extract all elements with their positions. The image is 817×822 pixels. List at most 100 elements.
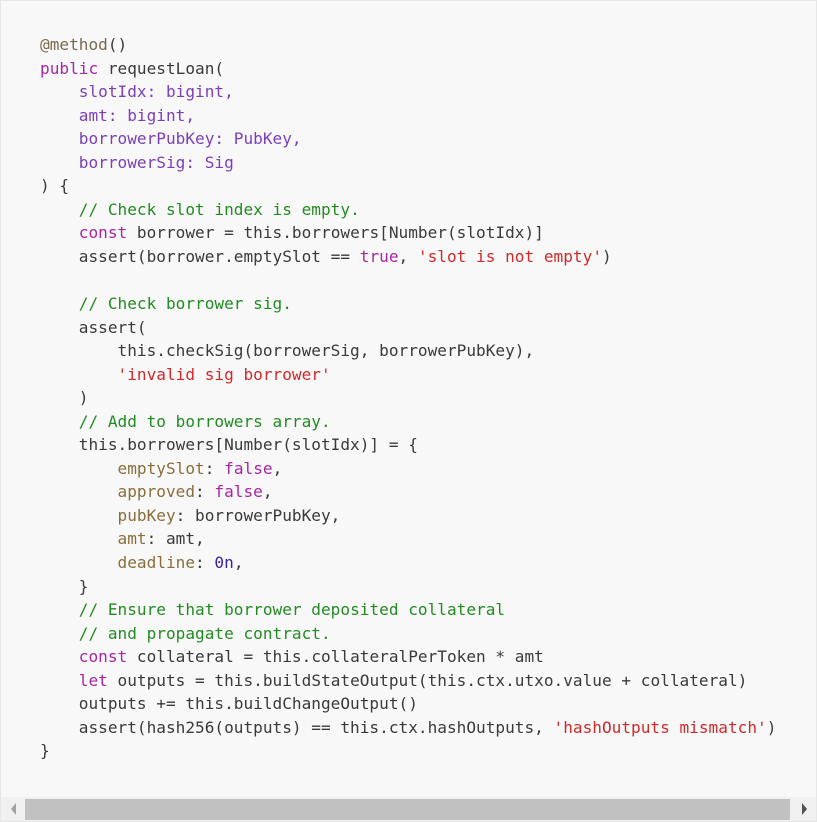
- code-line: // Ensure that borrower deposited collat…: [40, 598, 776, 622]
- code-token: : borrowerPubKey,: [175, 505, 341, 525]
- boolean-token: false: [214, 482, 263, 502]
- code-token: : amt,: [146, 529, 205, 549]
- scroll-left-button[interactable]: [1, 797, 25, 821]
- code-line: const collateral = this.collateralPerTok…: [40, 645, 776, 669]
- code-line: // and propagate contract.: [40, 622, 776, 646]
- code-token: ,: [398, 246, 418, 266]
- code-line: borrowerSig: Sig: [40, 151, 776, 175]
- code-line: const borrower = this.borrowers[Number(s…: [40, 221, 776, 245]
- code-token: this.borrowers[Number(slotIdx)] = {: [40, 435, 418, 455]
- code-line: this.checkSig(borrowerSig, borrowerPubKe…: [40, 339, 776, 363]
- string-token: 'invalid sig borrower': [117, 364, 331, 384]
- code-token: assert(borrower.emptySlot ==: [40, 246, 360, 266]
- code-token: outputs = this.buildStateOutput(this.ctx…: [107, 670, 748, 690]
- property-token: pubKey: [117, 505, 176, 525]
- code-line: outputs += this.buildChangeOutput(): [40, 692, 776, 716]
- parameter-token: borrowerPubKey: PubKey,: [78, 129, 302, 149]
- property-token: deadline: [117, 553, 196, 573]
- code-token: :: [195, 553, 215, 573]
- triangle-left-icon: [10, 803, 16, 815]
- code-line: assert(: [40, 316, 776, 340]
- code-token: (): [107, 35, 128, 54]
- code-line: let outputs = this.buildStateOutput(this…: [40, 669, 776, 693]
- triangle-right-icon: [801, 803, 807, 815]
- code-block: @method() public requestLoan( slotIdx: bi…: [40, 33, 776, 763]
- code-token: :: [204, 458, 225, 478]
- code-line: deadline: 0n,: [40, 551, 776, 575]
- code-token: ): [766, 717, 777, 737]
- code-token: assert(hash256(outputs) == this.ctx.hash…: [40, 717, 554, 737]
- code-line: ): [40, 386, 776, 410]
- property-token: approved: [117, 482, 196, 502]
- number-token: 0n: [214, 553, 234, 573]
- code-line: @method(): [40, 33, 776, 57]
- scroll-right-button[interactable]: [792, 797, 816, 821]
- code-line: pubKey: borrowerPubKey,: [40, 504, 776, 528]
- code-line: assert(borrower.emptySlot == true, 'slot…: [40, 245, 776, 269]
- keyword-token: const: [78, 223, 128, 243]
- string-token: 'slot is not empty': [417, 246, 603, 266]
- boolean-token: false: [224, 458, 273, 478]
- parameter-token: slotIdx: bigint,: [78, 82, 234, 102]
- parameter-token: borrowerSig: Sig: [78, 152, 234, 172]
- code-token: ,: [233, 553, 244, 573]
- horizontal-scrollbar[interactable]: [1, 797, 816, 821]
- code-line: // Check borrower sig.: [40, 292, 776, 316]
- code-token: }: [40, 741, 50, 761]
- code-line: assert(hash256(outputs) == this.ctx.hash…: [40, 716, 777, 740]
- scrollbar-thumb[interactable]: [25, 799, 790, 820]
- decorator-token: @method: [40, 35, 108, 54]
- boolean-token: true: [359, 246, 399, 266]
- code-line: ​: [40, 268, 776, 292]
- code-line: }: [40, 575, 776, 599]
- code-token: requestLoan(: [98, 58, 225, 78]
- code-line: borrowerPubKey: PubKey,: [40, 127, 776, 151]
- code-token: outputs += this.buildChangeOutput(): [40, 694, 418, 714]
- code-line: public requestLoan(: [40, 57, 776, 81]
- parameter-token: amt: bigint,: [78, 105, 196, 125]
- comment-token: // Check borrower sig.: [78, 294, 292, 314]
- code-token: }: [40, 576, 89, 596]
- code-line: emptySlot: false,: [40, 457, 776, 481]
- code-line: approved: false,: [40, 480, 776, 504]
- code-token: ,: [272, 458, 283, 478]
- code-token: ): [40, 388, 89, 408]
- comment-token: // and propagate contract.: [78, 623, 331, 643]
- comment-token: // Add to borrowers array.: [78, 411, 331, 431]
- code-line: }: [40, 739, 776, 763]
- code-line: slotIdx: bigint,: [40, 80, 776, 104]
- scrollbar-track[interactable]: [25, 799, 790, 820]
- code-line: 'invalid sig borrower': [40, 363, 776, 387]
- code-token: this.checkSig(borrowerSig, borrowerPubKe…: [40, 341, 535, 361]
- code-line: // Check slot index is empty.: [40, 198, 776, 222]
- code-line: this.borrowers[Number(slotIdx)] = {: [40, 433, 776, 457]
- property-token: emptySlot: [117, 458, 205, 478]
- code-token: ,: [262, 482, 273, 502]
- code-line: // Add to borrowers array.: [40, 410, 776, 434]
- code-token: assert(: [40, 317, 147, 337]
- keyword-token: public: [40, 58, 99, 78]
- keyword-token: let: [78, 670, 108, 690]
- code-token: borrower = this.borrowers[Number(slotIdx…: [127, 223, 544, 243]
- code-line: ) {: [40, 174, 776, 198]
- code-token: collateral = this.collateralPerToken * a…: [127, 647, 544, 667]
- code-token: ) {: [40, 176, 70, 196]
- keyword-token: const: [78, 647, 128, 667]
- comment-token: // Check slot index is empty.: [78, 199, 360, 219]
